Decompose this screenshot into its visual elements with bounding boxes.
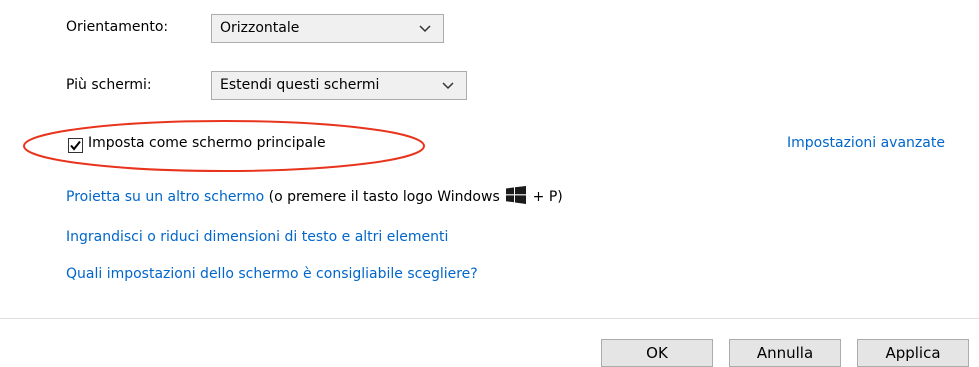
orientation-dropdown[interactable]: Orizzontale	[211, 14, 444, 43]
chevron-down-icon	[419, 15, 431, 42]
chevron-down-icon	[442, 72, 454, 99]
project-link[interactable]: Proietta su un altro schermo	[66, 189, 264, 205]
which-settings-link[interactable]: Quali impostazioni dello schermo è consi…	[66, 266, 478, 282]
project-hint-suffix: + P)	[532, 189, 563, 205]
cancel-button[interactable]: Annulla	[729, 339, 841, 367]
divider	[0, 318, 979, 319]
windows-logo-icon	[506, 186, 527, 204]
multiple-displays-value: Estendi questi schermi	[220, 77, 380, 93]
highlight-ellipse	[23, 120, 425, 172]
ok-button[interactable]: OK	[601, 339, 713, 367]
project-hint-text: (o premere il tasto logo Windows	[268, 189, 500, 205]
orientation-value: Orizzontale	[220, 20, 300, 36]
apply-button[interactable]: Applica	[857, 339, 969, 367]
multiple-displays-label: Più schermi:	[66, 77, 152, 93]
multiple-displays-dropdown[interactable]: Estendi questi schermi	[211, 71, 467, 100]
orientation-label: Orientamento:	[66, 19, 169, 35]
project-row: Proietta su un altro schermo (o premere …	[66, 186, 563, 205]
text-size-link[interactable]: Ingrandisci o riduci dimensioni di testo…	[66, 229, 448, 245]
advanced-settings-link[interactable]: Impostazioni avanzate	[787, 135, 945, 151]
